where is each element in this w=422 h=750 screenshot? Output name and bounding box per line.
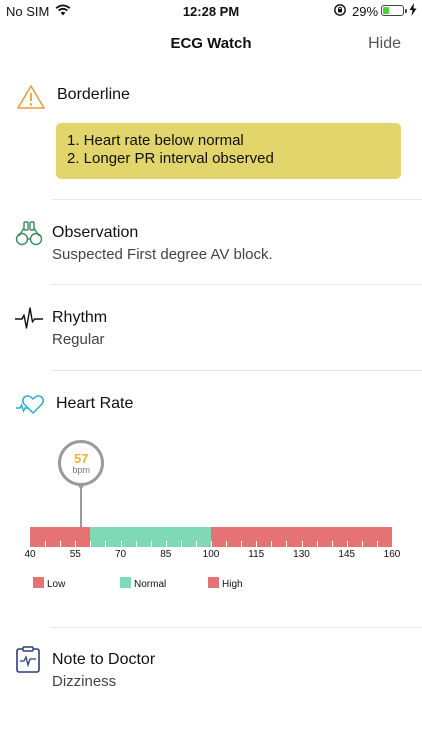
legend-label: Low (47, 579, 66, 590)
note-title: Note to Doctor (52, 651, 156, 668)
scale-tick (316, 541, 318, 547)
scale-tick (331, 541, 333, 547)
scale-tick (105, 541, 107, 547)
scale-tick (180, 541, 182, 547)
battery-percent: 29% (352, 4, 379, 19)
scale-tick-label: 85 (160, 549, 172, 560)
scale-tick-label: 130 (293, 549, 310, 560)
rhythm-title: Rhythm (52, 309, 108, 326)
heart-rate-legend: Low Normal High (0, 577, 422, 591)
observation-value: Suspected First degree AV block. (52, 246, 273, 263)
scale-tick (90, 541, 92, 547)
observation-title: Observation (52, 224, 139, 241)
legend-low: Low (33, 577, 65, 590)
legend-swatch (208, 577, 219, 588)
scale-tick (346, 541, 348, 547)
scale-tick (226, 541, 228, 547)
scale-tick (45, 541, 47, 547)
borderline-alert-box: 1. Heart rate below normal 2. Longer PR … (56, 123, 401, 179)
heart-rate-tick-labels: 40 55 70 85 100 115 130 145 160 (0, 549, 422, 561)
scale-tick (120, 541, 122, 547)
battery-icon (381, 5, 407, 16)
legend-high: High (208, 577, 243, 590)
scale-tick (195, 541, 197, 547)
legend-swatch (120, 577, 131, 588)
borderline-item: 1. Heart rate below normal (67, 132, 244, 149)
heart-rate-value: 57 (74, 451, 89, 466)
battery-fill (383, 7, 389, 14)
heart-rate-scale (30, 527, 392, 547)
scale-tick (211, 541, 212, 547)
scale-tick (60, 541, 62, 547)
page-title: ECG Watch (170, 35, 252, 52)
scale-tick (361, 541, 363, 547)
legend-normal: Normal (120, 577, 166, 590)
scale-tick-label: 115 (248, 549, 265, 560)
indicator-stem (80, 485, 83, 527)
status-bar: No SIM 12:28 PM 29% (0, 0, 422, 22)
scale-tick (286, 541, 288, 547)
legend-swatch (33, 577, 44, 588)
scale-tick (241, 541, 243, 547)
heart-rate-title: Heart Rate (56, 395, 134, 412)
scale-tick-label: 55 (69, 549, 81, 560)
heart-pulse-icon (15, 392, 47, 421)
scale-tick-label: 100 (202, 549, 220, 560)
charging-icon (409, 3, 417, 19)
scale-tick (135, 541, 137, 547)
divider (52, 284, 422, 285)
divider (52, 199, 422, 200)
divider (52, 627, 422, 628)
warning-icon (16, 84, 46, 115)
scale-tick (75, 541, 77, 547)
legend-label: Normal (134, 579, 167, 590)
legend-label: High (222, 579, 243, 590)
scale-tick (256, 541, 258, 547)
borderline-item: 2. Longer PR interval observed (67, 150, 274, 167)
scale-tick-label: 160 (383, 549, 401, 560)
scale-tick-label: 145 (338, 549, 356, 560)
note-value: Dizziness (52, 673, 117, 690)
scale-tick (150, 541, 152, 547)
scale-tick (376, 541, 378, 547)
scale-tick-label: 40 (24, 549, 36, 560)
scale-tick (301, 541, 303, 547)
scale-tick (271, 541, 273, 547)
orientation-lock-icon (333, 3, 347, 20)
ecg-wave-icon (14, 306, 44, 335)
heart-rate-unit: bpm (72, 465, 91, 475)
scale-tick-label: 70 (114, 549, 127, 560)
scale-tick (165, 541, 167, 547)
binoculars-icon (15, 220, 43, 251)
divider (52, 370, 422, 371)
rhythm-value: Regular (52, 331, 105, 348)
clipboard-icon (15, 646, 41, 679)
heart-rate-indicator: 57 bpm (58, 440, 105, 486)
hide-button[interactable]: Hide (368, 35, 401, 53)
borderline-title: Borderline (57, 86, 130, 103)
